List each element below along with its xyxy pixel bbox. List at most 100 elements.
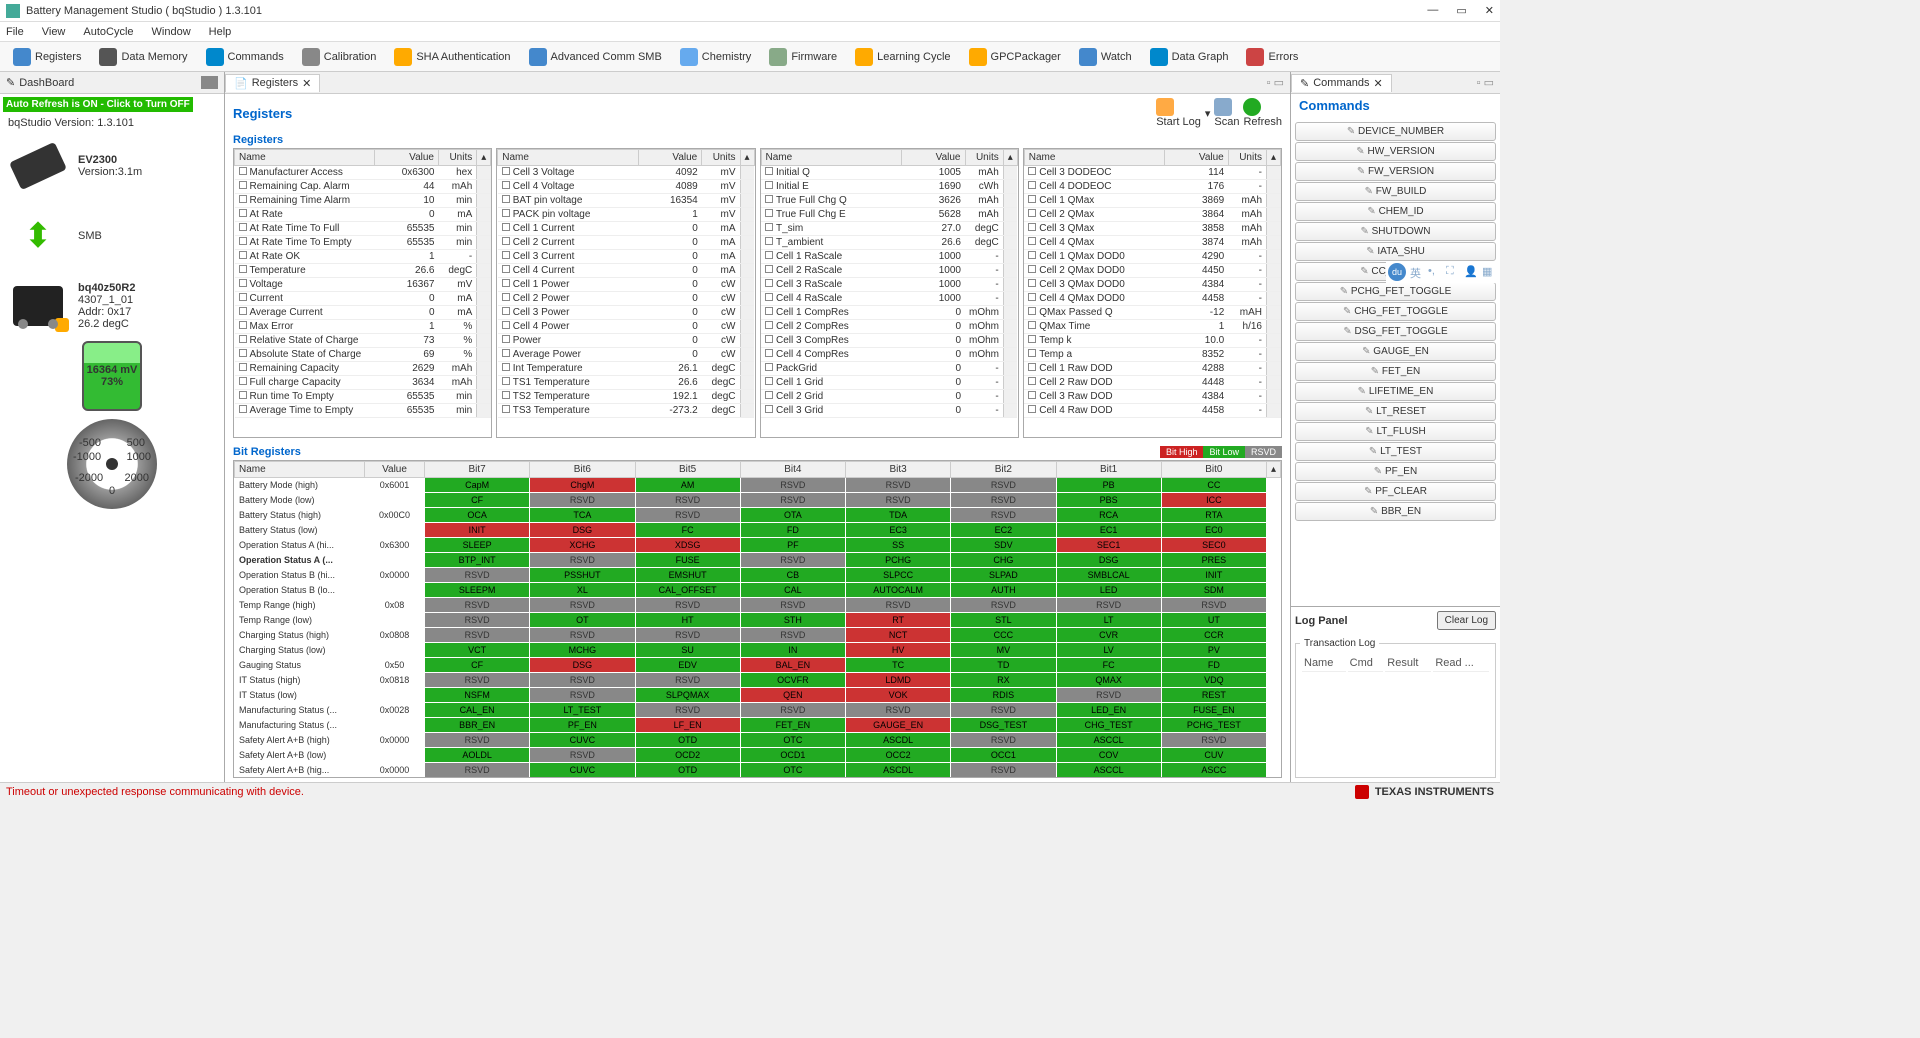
register-row[interactable]: QMax Time1h/16 — [1024, 320, 1280, 334]
bit-col-bit1[interactable]: Bit1 — [1056, 462, 1161, 478]
register-row[interactable]: Cell 3 DODEOC114- — [1024, 166, 1280, 180]
menu-window[interactable]: Window — [152, 26, 191, 38]
register-row[interactable]: Cell 2 RaScale1000- — [761, 264, 1017, 278]
register-row[interactable]: Cell 3 QMax DOD04384- — [1024, 278, 1280, 292]
refresh-button[interactable]: Refresh — [1243, 98, 1282, 128]
bit-registers-table[interactable]: NameValueBit7Bit6Bit5Bit4Bit3Bit2Bit1Bit… — [233, 460, 1282, 778]
register-row[interactable]: Remaining Cap. Alarm44mAh — [235, 180, 491, 194]
cmd-shutdown[interactable]: SHUTDOWN — [1295, 222, 1496, 241]
register-row[interactable]: TS2 Temperature192.1degC — [498, 390, 754, 404]
clear-log-button[interactable]: Clear Log — [1437, 611, 1496, 630]
register-row[interactable]: At Rate OK1- — [235, 250, 491, 264]
col-name[interactable]: Name — [235, 150, 375, 166]
cmd-dsg_fet_toggle[interactable]: DSG_FET_TOGGLE — [1295, 322, 1496, 341]
col-units[interactable]: Units — [702, 150, 740, 166]
col-value[interactable]: Value — [375, 150, 439, 166]
cmd-lt_reset[interactable]: LT_RESET — [1295, 402, 1496, 421]
auto-refresh-toggle[interactable]: Auto Refresh is ON - Click to Turn OFF — [3, 97, 193, 112]
start-log-button[interactable]: Start Log — [1156, 98, 1201, 128]
register-row[interactable]: Relative State of Charge73% — [235, 334, 491, 348]
register-row[interactable]: Cell 2 CompRes0mOhm — [761, 320, 1017, 334]
bit-row[interactable]: Temp Range (high)0x08RSVDRSVDRSVDRSVDRSV… — [235, 598, 1281, 613]
register-row[interactable]: Remaining Capacity2629mAh — [235, 362, 491, 376]
cmd-chem_id[interactable]: CHEM_ID — [1295, 202, 1496, 221]
register-grid3[interactable]: NameValueUnits▴Initial Q1005mAhInitial E… — [760, 148, 1019, 438]
tab-controls-icon[interactable]: ▫ ▭ — [201, 76, 218, 89]
bit-row[interactable]: Operation Status A (hi...0x6300SLEEPXCHG… — [235, 538, 1281, 553]
ime-overlay[interactable]: du 英 •, ⛶ 👤 ▦ — [1386, 261, 1498, 283]
cmd-hw_version[interactable]: HW_VERSION — [1295, 142, 1496, 161]
menu-help[interactable]: Help — [209, 26, 232, 38]
cmd-lt_flush[interactable]: LT_FLUSH — [1295, 422, 1496, 441]
cmd-chg_fet_toggle[interactable]: CHG_FET_TOGGLE — [1295, 302, 1496, 321]
register-row[interactable]: Cell 2 Power0cW — [498, 292, 754, 306]
register-row[interactable]: Average Time to Empty65535min — [235, 404, 491, 418]
register-row[interactable]: Cell 4 DODEOC176- — [1024, 180, 1280, 194]
cmd-gauge_en[interactable]: GAUGE_EN — [1295, 342, 1496, 361]
bit-row[interactable]: Temp Range (low)RSVDOTHTSTHRTSTLLTUT — [235, 613, 1281, 628]
log-col-cmd[interactable]: Cmd — [1348, 655, 1384, 672]
bit-row[interactable]: Operation Status B (lo...SLEEPMXLCAL_OFF… — [235, 583, 1281, 598]
register-row[interactable]: Temp a8352- — [1024, 348, 1280, 362]
cmd-fw_version[interactable]: FW_VERSION — [1295, 162, 1496, 181]
minimize-button[interactable]: — — [1427, 4, 1438, 17]
register-row[interactable]: T_ambient26.6degC — [761, 236, 1017, 250]
register-row[interactable]: Cell 4 QMax DOD04458- — [1024, 292, 1280, 306]
bit-row[interactable]: Battery Status (low)INITDSGFCFDEC3EC2EC1… — [235, 523, 1281, 538]
register-row[interactable]: Remaining Time Alarm10min — [235, 194, 491, 208]
register-row[interactable]: Initial E1690cWh — [761, 180, 1017, 194]
menu-file[interactable]: File — [6, 26, 24, 38]
menu-autocycle[interactable]: AutoCycle — [83, 26, 133, 38]
register-row[interactable]: Cell 1 Grid0- — [761, 376, 1017, 390]
register-row[interactable]: Manufacturer Access0x6300hex — [235, 166, 491, 180]
register-row[interactable]: Initial Q1005mAh — [761, 166, 1017, 180]
cmd-pf_en[interactable]: PF_EN — [1295, 462, 1496, 481]
register-row[interactable]: Cell 4 Power0cW — [498, 320, 754, 334]
bit-row[interactable]: Operation Status A (...BTP_INTRSVDFUSERS… — [235, 553, 1281, 568]
register-row[interactable]: PACK pin voltage1mV — [498, 208, 754, 222]
toolbar-advanced-comm-smb[interactable]: Advanced Comm SMB — [522, 45, 669, 69]
bit-row[interactable]: Charging Status (high)0x0808RSVDRSVDRSVD… — [235, 628, 1281, 643]
bit-row[interactable]: Charging Status (low)VCTMCHGSUINHVMVLVPV — [235, 643, 1281, 658]
bit-row[interactable]: Battery Mode (high)0x6001CapMChgMAMRSVDR… — [235, 478, 1281, 493]
toolbar-commands[interactable]: Commands — [199, 45, 291, 69]
bit-row[interactable]: IT Status (high)0x0818RSVDRSVDRSVDOCVFRL… — [235, 673, 1281, 688]
col-value[interactable]: Value — [1165, 150, 1229, 166]
bit-col-bit6[interactable]: Bit6 — [530, 462, 635, 478]
register-row[interactable]: Average Power0cW — [498, 348, 754, 362]
register-row[interactable]: Cell 3 Grid0- — [761, 404, 1017, 418]
register-row[interactable]: Cell 2 Raw DOD4448- — [1024, 376, 1280, 390]
menu-view[interactable]: View — [42, 26, 66, 38]
dropdown-icon[interactable]: ▾ — [1205, 107, 1211, 120]
register-row[interactable]: True Full Chg E5628mAh — [761, 208, 1017, 222]
register-row[interactable]: Full charge Capacity3634mAh — [235, 376, 491, 390]
toolbar-learning-cycle[interactable]: Learning Cycle — [848, 45, 957, 69]
register-row[interactable]: Cell 4 CompRes0mOhm — [761, 348, 1017, 362]
register-row[interactable]: QMax Passed Q-12mAH — [1024, 306, 1280, 320]
register-row[interactable]: Cell 2 QMax DOD04450- — [1024, 264, 1280, 278]
log-col-name[interactable]: Name — [1302, 655, 1346, 672]
cmd-fw_build[interactable]: FW_BUILD — [1295, 182, 1496, 201]
scroll-up-icon[interactable]: ▴ — [740, 150, 754, 166]
bit-col-bit0[interactable]: Bit0 — [1161, 462, 1266, 478]
panel-controls-icon[interactable]: ▫ ▭ — [1471, 76, 1500, 89]
scroll-up-icon[interactable]: ▴ — [477, 150, 491, 166]
bit-row[interactable]: Safety Alert A+B (low)AOLDLRSVDOCD2OCD1O… — [235, 748, 1281, 763]
transaction-log-table[interactable]: NameCmdResultRead ... — [1300, 653, 1491, 674]
col-value[interactable]: Value — [638, 150, 702, 166]
cmd-pchg_fet_toggle[interactable]: PCHG_FET_TOGGLE — [1295, 282, 1496, 301]
bit-row[interactable]: Gauging Status0x50CFDSGEDVBAL_ENTCTDFCFD — [235, 658, 1281, 673]
register-row[interactable]: Cell 1 Current0mA — [498, 222, 754, 236]
bit-col-bit7[interactable]: Bit7 — [425, 462, 530, 478]
register-row[interactable]: True Full Chg Q3626mAh — [761, 194, 1017, 208]
register-row[interactable]: Cell 3 Raw DOD4384- — [1024, 390, 1280, 404]
register-row[interactable]: T_sim27.0degC — [761, 222, 1017, 236]
col-value[interactable]: Value — [901, 150, 965, 166]
register-row[interactable]: Cell 1 CompRes0mOhm — [761, 306, 1017, 320]
cmd-iata_shu[interactable]: IATA_SHU — [1295, 242, 1496, 261]
register-row[interactable]: Cell 4 Raw DOD4458- — [1024, 404, 1280, 418]
bit-col-value[interactable]: Value — [365, 462, 425, 478]
bit-row[interactable]: IT Status (low)NSFMRSVDSLPQMAXQENVOKRDIS… — [235, 688, 1281, 703]
register-row[interactable]: Cell 2 Grid0- — [761, 390, 1017, 404]
register-row[interactable]: Cell 3 Current0mA — [498, 250, 754, 264]
